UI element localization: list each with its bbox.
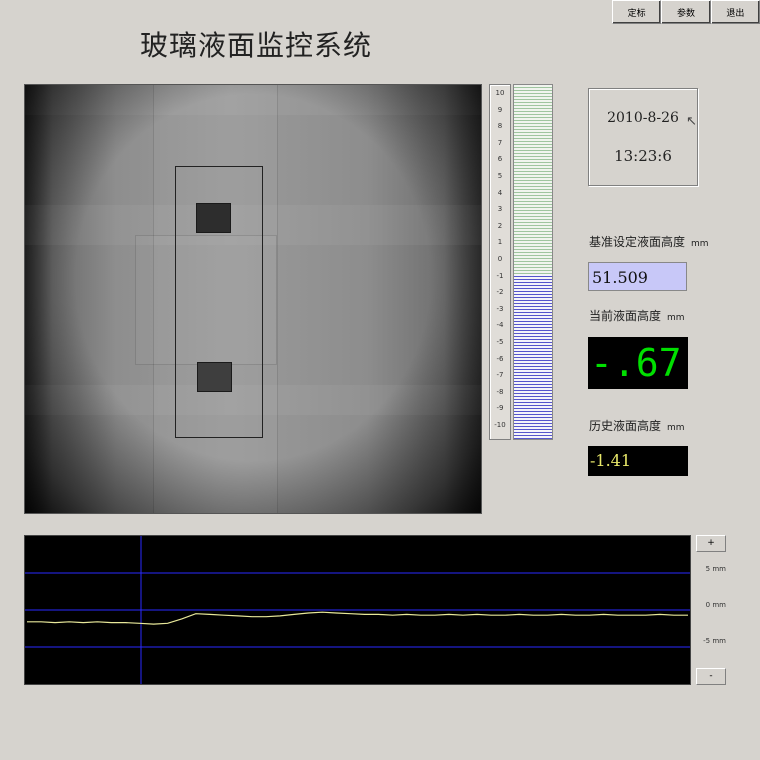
scale-tick-label: -8: [496, 387, 504, 396]
baseline-height-field[interactable]: 51.509: [588, 262, 687, 291]
axis-label-zero: 0 mm: [705, 601, 726, 609]
scale-tick-label: -4: [496, 321, 504, 330]
scale-tick-label: 2: [497, 221, 503, 230]
calibrate-button[interactable]: 定标: [612, 0, 662, 24]
level-gauge: [513, 84, 553, 440]
scale-tick-label: -1: [496, 271, 504, 280]
scale-tick-label: -7: [496, 371, 504, 380]
scale-tick-label: -5: [496, 338, 504, 346]
scale-tick-label: -3: [496, 304, 504, 313]
scale-tick-label: -10: [494, 421, 506, 429]
level-scale: 10 9 8 7 6 5 4 3 2 1 0 -1 -2 -3 -4 -5 -6 -7 -8 -9 -10: [489, 84, 511, 440]
time-display: 13:23:6: [614, 147, 672, 165]
scale-tick-label: 0: [497, 255, 503, 263]
current-height-display: -.67: [588, 337, 688, 389]
baseline-label: 基准设定液面高度 mm: [589, 235, 709, 249]
datetime-panel: 2010-8-26 13:23:6: [588, 88, 698, 186]
axis-label-top: 5 mm: [705, 565, 726, 573]
scale-tick-label: 5: [497, 172, 503, 180]
camera-view: [24, 84, 482, 514]
trend-axis-panel: + 5 mm 0 mm -5 mm -: [696, 535, 726, 685]
current-label: 当前液面高度 mm: [589, 309, 685, 323]
trend-chart: [24, 535, 691, 685]
history-height-display: -1.41: [588, 446, 688, 476]
scale-tick-label: 1: [497, 238, 503, 247]
scale-tick-label: -9: [496, 404, 504, 413]
mouse-cursor-icon: ↖: [686, 114, 697, 129]
scale-tick-label: -2: [496, 288, 504, 297]
exit-button[interactable]: 退出: [710, 0, 760, 24]
scale-tick-label: 3: [497, 205, 503, 214]
date-display: 2010-8-26: [607, 110, 679, 126]
level-gauge-fill: [514, 273, 552, 439]
history-label: 历史液面高度 mm: [589, 419, 685, 433]
parameters-button[interactable]: 参数: [661, 0, 711, 24]
scale-tick-label: 7: [497, 138, 503, 147]
top-toolbar: 定标 参数 退出: [612, 0, 760, 24]
scale-tick-label: 10: [495, 89, 505, 97]
axis-label-bottom: -5 mm: [703, 637, 726, 645]
trend-chart-svg: [25, 536, 690, 684]
scale-tick-label: 6: [497, 155, 503, 164]
scale-tick-label: 8: [497, 122, 503, 131]
scale-tick-label: 4: [497, 188, 503, 197]
scale-tick-label: -6: [496, 354, 504, 363]
level-trend-line: [27, 611, 688, 625]
zoom-in-button[interactable]: +: [696, 535, 726, 552]
zoom-out-button[interactable]: -: [696, 668, 726, 685]
scale-tick-label: 9: [497, 105, 503, 114]
page-title: 玻璃液面监控系统: [140, 29, 373, 62]
